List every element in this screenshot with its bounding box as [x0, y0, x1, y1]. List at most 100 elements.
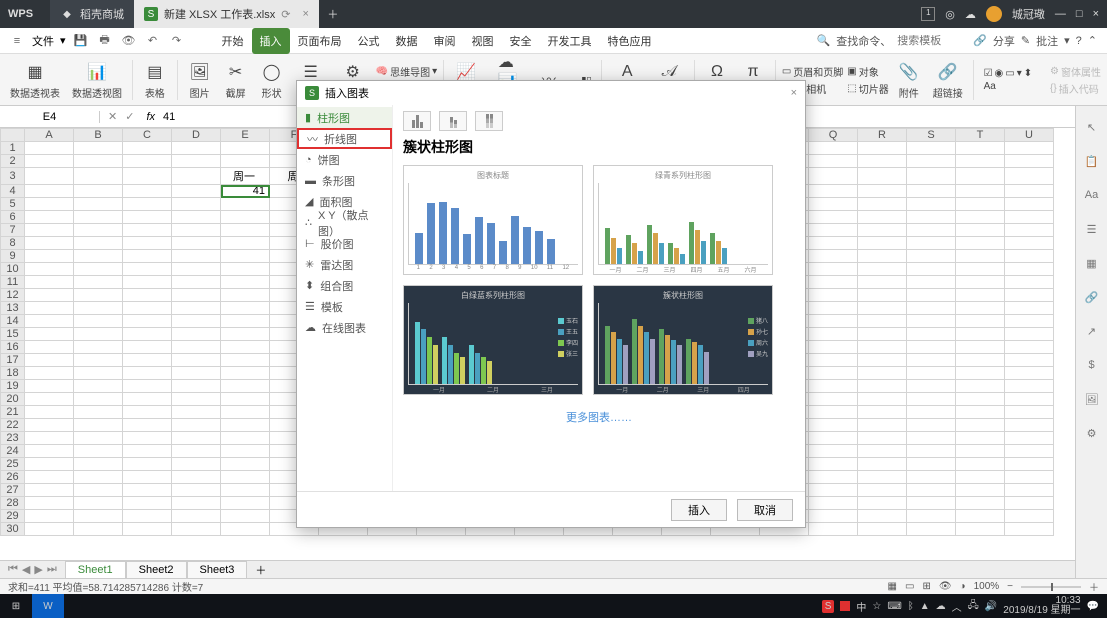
insert-button[interactable]: 插入: [671, 499, 727, 521]
wps-taskbar-icon[interactable]: W: [32, 594, 64, 618]
chevron-down-icon[interactable]: ▾: [60, 34, 66, 47]
close-icon[interactable]: ×: [302, 8, 308, 20]
form-control-icon[interactable]: ⬍: [1024, 68, 1032, 79]
hyperlink-button[interactable]: 🔗超链接: [929, 60, 967, 100]
category-scatter[interactable]: ∴X Y（散点图）: [297, 212, 392, 233]
search-icon[interactable]: 🔍: [817, 34, 831, 47]
category-column[interactable]: ▮柱形图: [297, 107, 392, 128]
tab-devtools[interactable]: 开发工具: [540, 28, 600, 54]
tray-icon[interactable]: ☆: [872, 601, 881, 612]
view-break-icon[interactable]: ⊞: [922, 581, 930, 592]
zoom-slider[interactable]: [1021, 586, 1081, 588]
chart-preview[interactable]: 簇状柱形图一月二月三月四月猪八孙七周六吴九: [593, 285, 773, 395]
slicer-button[interactable]: ⬚切片器: [847, 81, 888, 96]
network-icon[interactable]: 🖧: [968, 598, 979, 615]
gear-icon[interactable]: ⚙: [1083, 424, 1101, 442]
zoom-in-icon[interactable]: ＋: [1089, 579, 1099, 594]
help-icon[interactable]: ?: [1076, 35, 1082, 47]
cancel-formula-icon[interactable]: ✕: [108, 110, 117, 123]
category-combo[interactable]: ⬍组合图: [297, 275, 392, 296]
form-control-icon[interactable]: ▾: [1017, 68, 1022, 79]
tab-data[interactable]: 数据: [388, 28, 426, 54]
tab-insert[interactable]: 插入: [252, 28, 290, 54]
badge-1-icon[interactable]: 1: [921, 7, 935, 21]
fx-icon[interactable]: fx: [142, 111, 159, 123]
link-icon[interactable]: 🔗: [1083, 288, 1101, 306]
tab-review[interactable]: 审阅: [426, 28, 464, 54]
zoom-out-icon[interactable]: −: [1007, 581, 1013, 592]
close-window-icon[interactable]: ×: [1093, 8, 1099, 20]
tab-special[interactable]: 特色应用: [600, 28, 660, 54]
sheet-tab-1[interactable]: Sheet1: [65, 561, 126, 579]
collapse-ribbon-icon[interactable]: ⌃: [1088, 34, 1097, 47]
view-page-icon[interactable]: ▭: [905, 581, 914, 592]
menu-icon[interactable]: ≡: [8, 32, 26, 50]
tray-icon[interactable]: ▲: [920, 601, 930, 612]
table-button[interactable]: ▤表格: [139, 60, 171, 100]
form-control-icon[interactable]: Aa: [984, 81, 996, 92]
add-sheet-button[interactable]: ＋: [247, 562, 274, 578]
attachment-button[interactable]: 📎附件: [893, 60, 925, 100]
close-icon[interactable]: ×: [791, 87, 797, 99]
screenshot-button[interactable]: ✂截屏: [220, 60, 252, 100]
clipboard-icon[interactable]: 📋: [1083, 152, 1101, 170]
file-menu[interactable]: 文件: [32, 33, 54, 49]
tray-icon[interactable]: [840, 601, 850, 611]
sheet-tab-3[interactable]: Sheet3: [187, 561, 248, 579]
subtype-100stacked[interactable]: [475, 111, 503, 131]
cancel-button[interactable]: 取消: [737, 499, 793, 521]
form-control-icon[interactable]: ◉: [995, 68, 1004, 79]
pivot-table-button[interactable]: ▦数据透视表: [6, 60, 64, 100]
reading-mode-icon[interactable]: 👁: [939, 581, 952, 592]
category-online[interactable]: ☁在线图表: [297, 317, 392, 338]
category-bar[interactable]: ▬条形图: [297, 170, 392, 191]
notification-icon[interactable]: 💬: [1087, 601, 1099, 612]
chart-preview[interactable]: 白绿蓝系列柱形图一月二月三月玉石王五李四张三: [403, 285, 583, 395]
subtype-stacked[interactable]: [439, 111, 467, 131]
dollar-icon[interactable]: $: [1083, 356, 1101, 374]
category-pie[interactable]: ◔饼图: [297, 149, 392, 170]
avatar[interactable]: [986, 6, 1002, 22]
form-control-icon[interactable]: ▭: [1005, 68, 1014, 79]
start-button[interactable]: ⊞: [0, 601, 32, 612]
ring-icon[interactable]: ◎: [945, 8, 955, 21]
name-box[interactable]: E4: [0, 111, 100, 123]
props-icon[interactable]: ☰: [1083, 220, 1101, 238]
tab-docer[interactable]: ◆ 稻壳商城: [50, 0, 134, 28]
shapes-button[interactable]: ◯形状: [256, 60, 288, 100]
sheet-tab-2[interactable]: Sheet2: [126, 561, 187, 579]
mindmap-button[interactable]: 🧠思维导图▾: [376, 64, 437, 79]
theme-icon[interactable]: ◑: [960, 581, 966, 592]
volume-icon[interactable]: 🔊: [985, 601, 997, 612]
zoom-level[interactable]: 100%: [974, 581, 1000, 592]
accept-formula-icon[interactable]: ✓: [125, 110, 134, 123]
undo-icon[interactable]: ↶: [144, 32, 162, 50]
ime-lang-icon[interactable]: 中: [856, 599, 866, 614]
more-charts-link[interactable]: 更多图表……: [403, 409, 795, 425]
notes-label[interactable]: 批注: [1036, 33, 1058, 49]
image-icon[interactable]: 🖼: [1083, 390, 1101, 408]
form-control-icon[interactable]: ☑: [984, 68, 993, 79]
subtype-clustered[interactable]: [403, 111, 431, 131]
style-icon[interactable]: Aa: [1083, 186, 1101, 204]
sheet-first-icon[interactable]: ⏮: [8, 563, 18, 576]
category-template[interactable]: ☰模板: [297, 296, 392, 317]
bluetooth-icon[interactable]: ᛒ: [908, 601, 914, 612]
minimize-icon[interactable]: —: [1055, 8, 1066, 20]
tab-home[interactable]: 开始: [214, 28, 252, 54]
tab-workbook[interactable]: S 新建 XLSX 工作表.xlsx ⟳ ×: [134, 0, 319, 28]
taskbar-clock[interactable]: 10:33 2019/8/19 星期一: [1003, 596, 1080, 616]
chevron-up-icon[interactable]: ︿: [952, 599, 962, 614]
chart-preview[interactable]: 图表标题123456789101112: [403, 165, 583, 275]
search-input[interactable]: [897, 35, 967, 47]
share-icon[interactable]: 🔗: [973, 34, 987, 47]
ime-icon[interactable]: S: [822, 600, 835, 613]
keyboard-icon[interactable]: ⌨: [887, 601, 901, 612]
redo-icon[interactable]: ↷: [168, 32, 186, 50]
view-normal-icon[interactable]: ▦: [888, 581, 897, 592]
header-footer-button[interactable]: ▭页眉和页脚: [782, 64, 843, 79]
share-icon[interactable]: ↗: [1083, 322, 1101, 340]
cloud-icon[interactable]: ☁: [965, 8, 976, 21]
sheet-prev-icon[interactable]: ◀: [22, 563, 30, 576]
onedrive-icon[interactable]: ☁: [936, 601, 946, 612]
